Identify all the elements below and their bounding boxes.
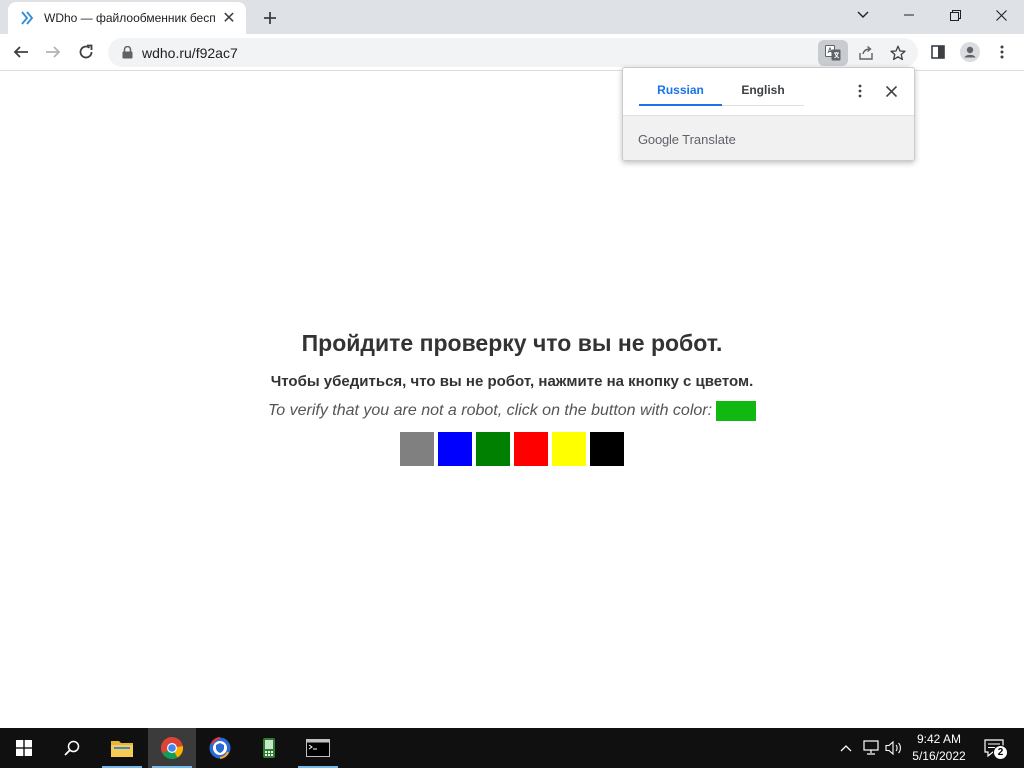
google-translate-brand: Google Translate <box>638 132 736 147</box>
translate-popup: Russian English Google Translate <box>622 67 915 161</box>
arrow-left-icon <box>13 46 28 58</box>
clock-date: 5/16/2022 <box>912 749 966 763</box>
google-brand-text: Google <box>638 131 679 147</box>
menu-button[interactable] <box>988 38 1016 66</box>
color-button-green[interactable] <box>476 432 510 466</box>
tray-overflow-chevron-icon[interactable] <box>836 738 856 758</box>
reload-icon <box>79 44 93 59</box>
close-icon <box>885 85 897 97</box>
back-button[interactable] <box>7 38 35 66</box>
tray-clock[interactable]: 9:42 AM 5/16/2022 <box>906 731 972 765</box>
side-panel-icon <box>931 45 945 59</box>
bookmark-star-icon[interactable] <box>885 40 911 66</box>
chevron-down-icon <box>857 11 869 18</box>
color-button-row <box>0 432 1024 466</box>
notification-count-badge: 2 <box>993 745 1008 760</box>
captcha-instruction-en-row: To verify that you are not a robot, clic… <box>0 401 1024 421</box>
windows-taskbar: 9:42 AM 5/16/2022 2 <box>0 728 1024 768</box>
translate-close-button[interactable] <box>881 81 901 101</box>
arrow-right-icon <box>46 46 61 58</box>
chrome-icon <box>161 737 183 759</box>
tab-english[interactable]: English <box>722 80 804 106</box>
taskbar-phone-app[interactable] <box>245 728 293 768</box>
translate-icon[interactable] <box>818 40 848 66</box>
close-window-button[interactable] <box>978 0 1024 30</box>
avatar-icon <box>960 42 980 62</box>
captcha-heading: Пройдите проверку что вы не робот. <box>301 330 723 356</box>
search-icon <box>64 740 80 756</box>
start-button[interactable] <box>0 728 48 768</box>
color-button-yellow[interactable] <box>552 432 586 466</box>
tab-search-button[interactable] <box>840 0 886 30</box>
color-button-red[interactable] <box>514 432 548 466</box>
minimize-icon <box>904 14 914 16</box>
translate-brand-text: Translate <box>682 131 736 147</box>
terminal-icon <box>306 739 330 757</box>
kebab-menu-icon <box>858 84 862 98</box>
tab-strip: WDho — файлообменник бесп ✕ <box>0 0 1024 34</box>
browser-tab[interactable]: WDho — файлообменник бесп ✕ <box>8 2 246 34</box>
search-button[interactable] <box>48 728 96 768</box>
captcha-instruction-en: To verify that you are not a robot, clic… <box>267 402 713 419</box>
translate-language-tabs: Russian English <box>639 80 804 106</box>
restore-icon <box>949 9 961 21</box>
target-color-swatch <box>716 401 757 421</box>
page-content: Пройдите проверку что вы не робот. Чтобы… <box>0 72 1024 728</box>
browser-toolbar: wdho.ru/f92ac7 <box>0 34 1024 71</box>
plus-icon <box>264 12 276 24</box>
forward-button[interactable] <box>39 38 67 66</box>
tab-title: WDho — файлообменник бесп <box>44 11 216 25</box>
notification-center-button[interactable]: 2 <box>980 736 1008 760</box>
translate-options-button[interactable] <box>851 82 869 100</box>
taskbar-chrome[interactable] <box>148 728 196 768</box>
reload-button[interactable] <box>72 38 100 66</box>
taskbar-secure-browser[interactable] <box>196 728 244 768</box>
windows-logo-icon <box>16 740 32 756</box>
translate-footer: Google Translate <box>623 115 914 160</box>
address-bar[interactable]: wdho.ru/f92ac7 <box>108 38 918 67</box>
taskbar-file-explorer[interactable] <box>98 728 146 768</box>
url-text[interactable]: wdho.ru/f92ac7 <box>142 45 238 61</box>
folder-icon <box>111 741 133 757</box>
network-icon[interactable] <box>861 738 881 758</box>
tab-close-icon[interactable]: ✕ <box>220 9 238 27</box>
lock-icon[interactable] <box>120 46 134 60</box>
color-button-blue[interactable] <box>438 432 472 466</box>
side-panel-button[interactable] <box>924 38 952 66</box>
profile-button[interactable] <box>956 38 984 66</box>
clock-time: 9:42 AM <box>916 732 962 746</box>
close-icon <box>995 9 1007 21</box>
wdho-favicon-icon <box>20 10 36 26</box>
share-icon[interactable] <box>853 40 879 66</box>
tab-russian[interactable]: Russian <box>639 80 722 106</box>
volume-icon[interactable] <box>884 738 904 758</box>
color-button-gray[interactable] <box>400 432 434 466</box>
phone-icon <box>263 738 275 758</box>
secure-browser-icon <box>209 737 231 759</box>
kebab-menu-icon <box>1000 45 1004 59</box>
minimize-button[interactable] <box>886 0 932 30</box>
new-tab-button[interactable] <box>258 6 282 30</box>
taskbar-terminal[interactable] <box>294 728 342 768</box>
color-button-black[interactable] <box>590 432 624 466</box>
restore-button[interactable] <box>932 0 978 30</box>
captcha-instruction-ru: Чтобы убедиться, что вы не робот, нажмит… <box>270 373 754 390</box>
